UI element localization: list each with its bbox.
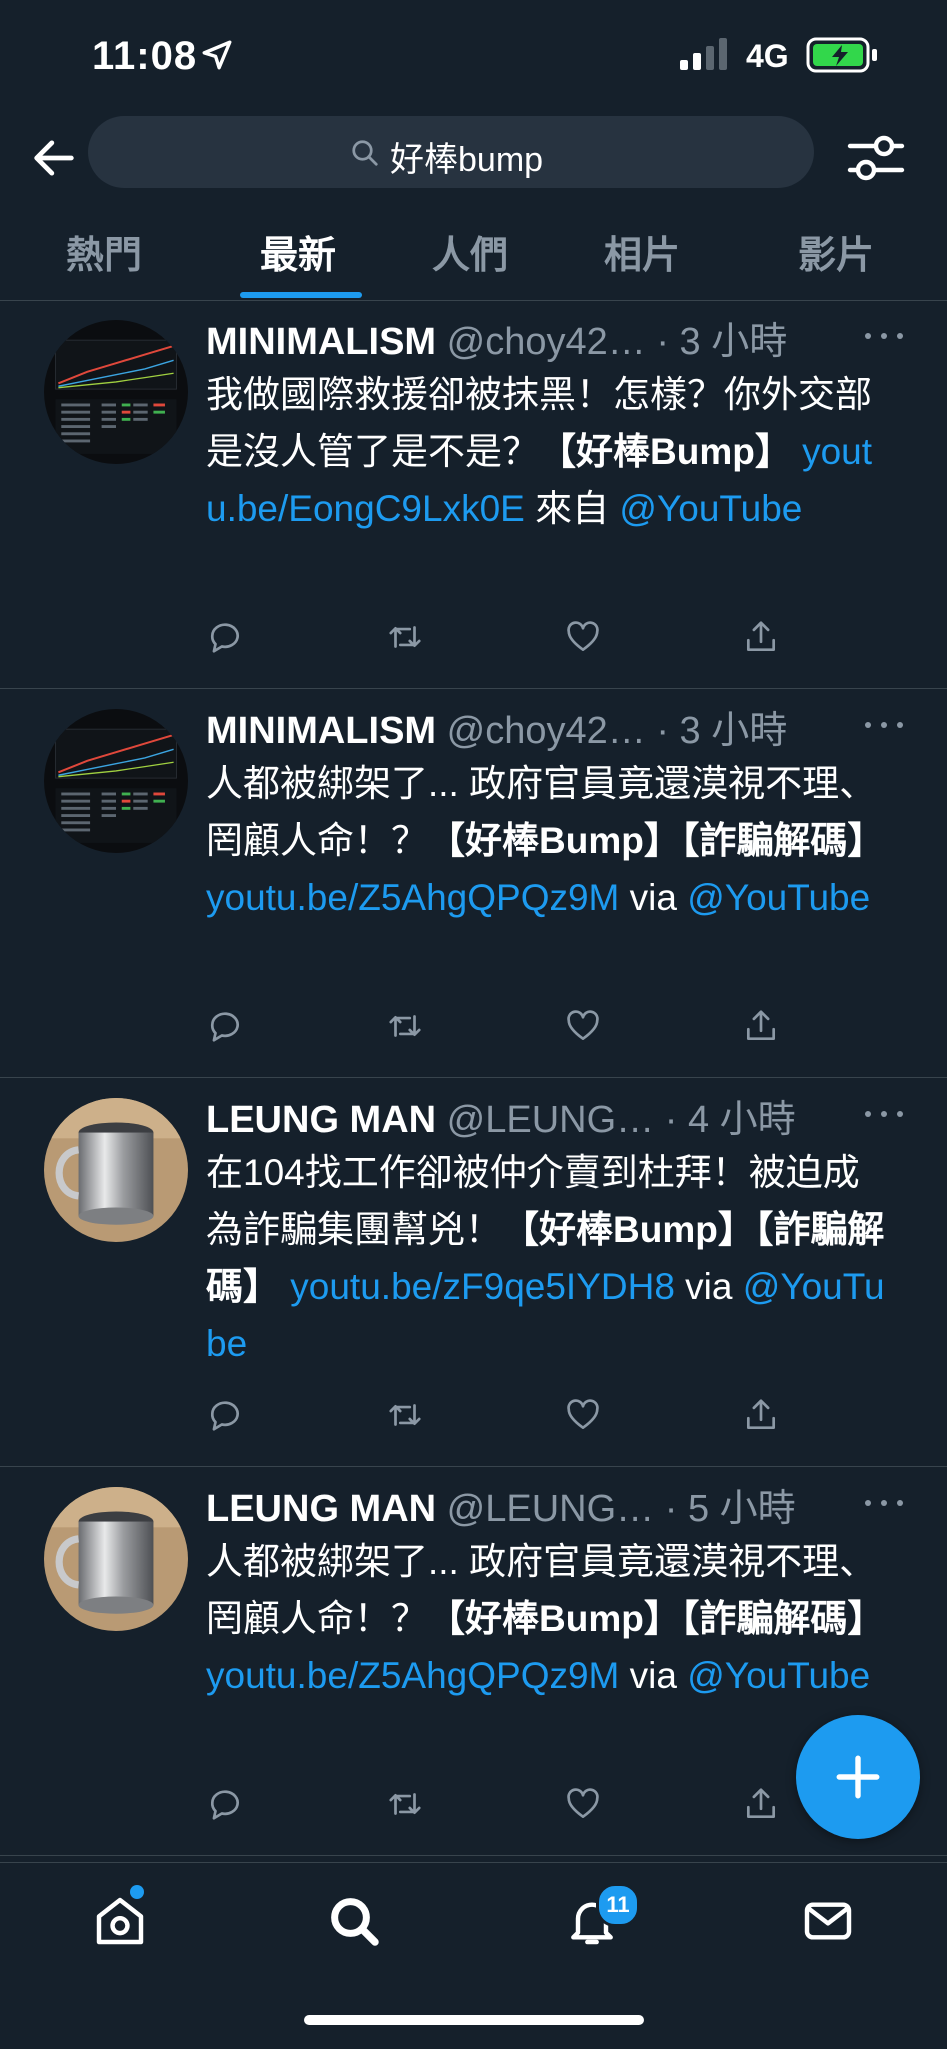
tweet-text: 人都被綁架了... 政府官員竟還漠視不理、罔顧人命！？【好棒Bump】【詐騙解碼… (206, 755, 896, 926)
tweet-header: LEUNG MAN @LEUNG… · 5 小時 (206, 1477, 796, 1533)
tab-people[interactable]: 人們 (432, 224, 508, 279)
share-icon[interactable] (742, 618, 780, 656)
reply-icon[interactable] (206, 1396, 244, 1434)
tweet-text-segment: via (619, 1655, 688, 1696)
tweet-text-segment: 【好棒Bump】 (539, 431, 792, 472)
tweet-text-segment (792, 431, 802, 472)
tweet-link[interactable]: @YouTube (687, 1655, 870, 1696)
tweet-timestamp: · 4 小時 (664, 1099, 796, 1141)
network-label: 4G (746, 38, 789, 74)
more-icon[interactable] (862, 328, 906, 344)
tab-latest[interactable]: 最新 (260, 224, 336, 279)
tweet-text-segment (280, 1266, 290, 1307)
reply-icon[interactable] (206, 1785, 244, 1823)
like-icon[interactable] (564, 1396, 602, 1434)
search-tabs: 熱門 最新 人們 相片 影片 (0, 210, 947, 301)
tab-top[interactable]: 熱門 (66, 224, 142, 279)
tweet-link[interactable]: youtu.be/Z5AhgQPQz9M (206, 877, 619, 918)
tweet-text-segment: 【好棒Bump】【詐騙解碼】 (428, 820, 885, 861)
tweet-text-segment: via (674, 1266, 743, 1307)
more-icon[interactable] (862, 717, 906, 733)
status-time: 11:08 (92, 34, 198, 78)
more-icon[interactable] (862, 1495, 906, 1511)
tweet-text-segment: 來自 (524, 488, 620, 529)
tweet[interactable]: MINIMALISM @choy42… · 3 小時 人都被綁架了... 政府官員… (0, 689, 947, 1078)
author-handle[interactable]: @choy42… (447, 321, 646, 363)
share-icon[interactable] (742, 1396, 780, 1434)
author-handle[interactable]: @LEUNG… (447, 1488, 655, 1530)
tweet-text: 我做國際救援卻被抹黑！怎樣？你外交部是沒人管了是不是？【好棒Bump】 yout… (206, 366, 896, 537)
status-bar: 11:08 4G (0, 0, 947, 110)
tweet-link[interactable]: youtu.be/zF9qe5IYDH8 (290, 1266, 675, 1307)
tweet-actions (206, 1785, 806, 1829)
share-icon[interactable] (742, 1785, 780, 1823)
active-tab-indicator (240, 292, 362, 298)
tweet-actions (206, 1396, 806, 1440)
avatar[interactable] (44, 1487, 188, 1631)
author-name[interactable]: LEUNG MAN (206, 1488, 436, 1530)
home-unread-dot (130, 1885, 144, 1899)
tweet-text-segment: via (619, 877, 688, 918)
like-icon[interactable] (564, 1007, 602, 1045)
tab-photos[interactable]: 相片 (604, 224, 680, 279)
battery-icon (806, 37, 877, 73)
tweet[interactable]: MINIMALISM @choy42… · 3 小時 我做國際救援卻被抹黑！怎樣？… (0, 300, 947, 689)
retweet-icon[interactable] (386, 1396, 424, 1434)
home-indicator (304, 2015, 644, 2025)
like-icon[interactable] (564, 1785, 602, 1823)
messages-icon[interactable] (800, 1893, 856, 1949)
retweet-icon[interactable] (386, 1785, 424, 1823)
tweet-link[interactable]: @YouTube (687, 877, 870, 918)
avatar[interactable] (44, 1098, 188, 1242)
notifications-badge: 11 (596, 1883, 640, 1927)
tweet-link[interactable]: @YouTube (619, 488, 802, 529)
reply-icon[interactable] (206, 618, 244, 656)
more-icon[interactable] (862, 1106, 906, 1122)
author-name[interactable]: MINIMALISM (206, 710, 436, 752)
bottom-nav: 11 (0, 1862, 947, 2049)
compose-icon (836, 1755, 880, 1799)
tweet-timestamp: · 3 小時 (656, 321, 788, 363)
compose-tweet-button[interactable] (796, 1715, 920, 1839)
home-icon[interactable] (92, 1893, 148, 1949)
filter-icon[interactable] (846, 132, 906, 184)
tweet-header: MINIMALISM @choy42… · 3 小時 (206, 310, 787, 366)
like-icon[interactable] (564, 618, 602, 656)
retweet-icon[interactable] (386, 618, 424, 656)
share-icon[interactable] (742, 1007, 780, 1045)
search-input[interactable]: 好棒bump (88, 116, 814, 188)
tweet-text: 人都被綁架了... 政府官員竟還漠視不理、罔顧人命！？【好棒Bump】【詐騙解碼… (206, 1533, 896, 1704)
tweet-header: MINIMALISM @choy42… · 3 小時 (206, 699, 787, 755)
search-header: 好棒bump (0, 110, 947, 200)
tweet-text: 在104找工作卻被仲介賣到杜拜！被迫成為詐騙集團幫兇！【好棒Bump】【詐騙解碼… (206, 1144, 896, 1372)
back-arrow-icon[interactable] (28, 132, 80, 184)
tab-videos[interactable]: 影片 (798, 224, 874, 279)
author-name[interactable]: MINIMALISM (206, 321, 436, 363)
tweet-text-segment: 【好棒Bump】【詐騙解碼】 (428, 1598, 885, 1639)
author-handle[interactable]: @choy42… (447, 710, 646, 752)
signal-icon (680, 38, 727, 70)
author-handle[interactable]: @LEUNG… (447, 1099, 655, 1141)
avatar[interactable] (44, 320, 188, 464)
tweet-timestamp: · 3 小時 (656, 710, 788, 752)
author-name[interactable]: LEUNG MAN (206, 1099, 436, 1141)
search-query: 好棒bump (390, 141, 544, 179)
tweet[interactable]: LEUNG MAN @LEUNG… · 4 小時 在104找工作卻被仲介賣到杜拜！… (0, 1078, 947, 1467)
tweet-timestamp: · 5 小時 (664, 1488, 796, 1530)
reply-icon[interactable] (206, 1007, 244, 1045)
retweet-icon[interactable] (386, 1007, 424, 1045)
tweet-actions (206, 618, 806, 662)
tweet-link[interactable]: youtu.be/Z5AhgQPQz9M (206, 1655, 619, 1696)
location-arrow-icon (202, 40, 232, 70)
search-icon (352, 140, 378, 166)
tweet-header: LEUNG MAN @LEUNG… · 4 小時 (206, 1088, 796, 1144)
tweet-actions (206, 1007, 806, 1051)
explore-icon[interactable] (326, 1893, 382, 1949)
avatar[interactable] (44, 709, 188, 853)
